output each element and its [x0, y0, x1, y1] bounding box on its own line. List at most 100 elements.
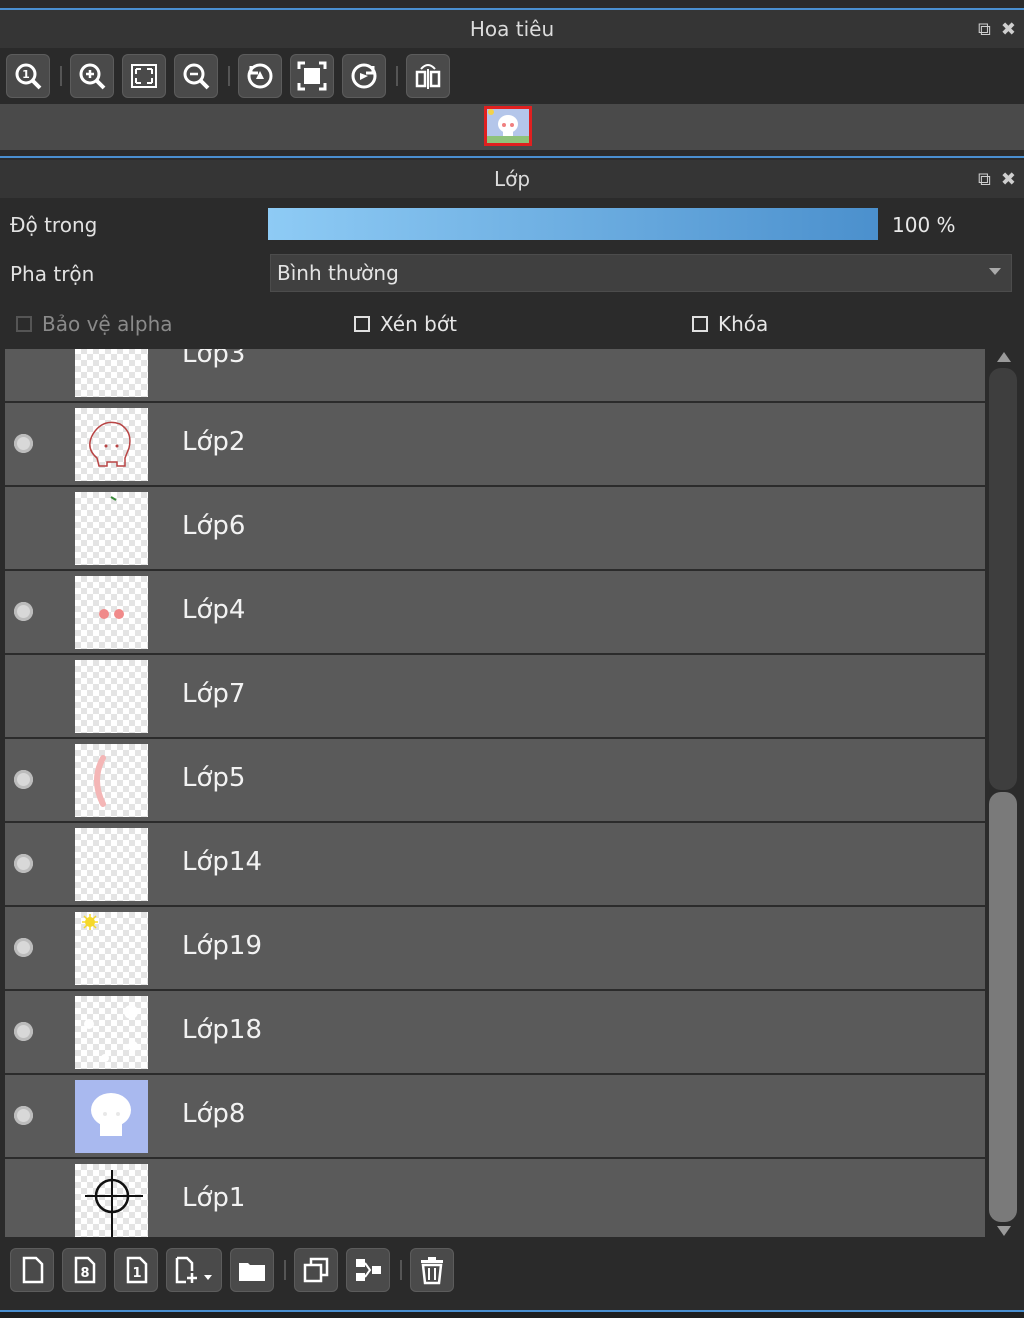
scroll-down-arrow-icon[interactable] — [997, 1226, 1011, 1236]
protect-alpha-checkbox[interactable]: Bảo vệ alpha — [16, 312, 173, 336]
toolbar-separator — [284, 1260, 286, 1280]
layer-thumbnail — [75, 408, 148, 481]
layer-name: Lớp18 — [182, 1015, 262, 1045]
layer-row[interactable]: Lớp8 — [5, 1075, 985, 1157]
layer-row[interactable]: Lớp1 — [5, 1159, 985, 1237]
undock-icon[interactable]: ⧉ — [978, 19, 991, 40]
svg-text:8: 8 — [80, 1266, 89, 1281]
layer-name: Lớp5 — [182, 763, 246, 793]
checkbox-box — [354, 316, 370, 332]
fit-view-button[interactable] — [290, 54, 334, 98]
new-folder-button[interactable] — [230, 1248, 274, 1292]
delete-layer-icon — [421, 1257, 443, 1285]
visibility-toggle[interactable] — [14, 1022, 33, 1041]
zoom-out-button[interactable] — [174, 54, 218, 98]
zoom-out-icon — [183, 63, 210, 90]
undock-icon[interactable]: ⧉ — [978, 169, 991, 190]
layer-thumbnail — [75, 996, 148, 1069]
opacity-value: 100 % — [892, 213, 956, 237]
layer-panel-title: Lớp — [493, 167, 531, 191]
zoom-in-icon — [79, 63, 106, 90]
close-icon[interactable]: ✖ — [1001, 169, 1016, 190]
visibility-toggle[interactable] — [14, 434, 33, 453]
new-8bit-layer-button[interactable]: 8 — [62, 1248, 106, 1292]
visibility-toggle[interactable] — [14, 1106, 33, 1125]
layer-row[interactable]: Lớp2 — [5, 403, 985, 485]
flip-icon — [415, 64, 441, 89]
merge-down-icon — [356, 1259, 381, 1281]
layer-list[interactable]: Lớp3 Lớp2 Lớp6 Lớp4 Lớp7 Lớp5 Lớp14 Lớp1… — [5, 349, 985, 1237]
rotate-left-button[interactable] — [238, 54, 282, 98]
duplicate-layer-button[interactable] — [294, 1248, 338, 1292]
layer-row[interactable]: Lớp7 — [5, 655, 985, 737]
blend-mode-select[interactable]: Bình thường — [270, 254, 1012, 292]
zoom-in-button[interactable] — [70, 54, 114, 98]
panel-divider-line — [0, 156, 1024, 158]
layer-row[interactable]: Lớp19 — [5, 907, 985, 989]
rotate-right-icon — [351, 63, 377, 89]
layer-name: Lớp1 — [182, 1183, 246, 1213]
blend-mode-value: Bình thường — [277, 261, 399, 285]
layer-name: Lớp7 — [182, 679, 246, 709]
flip-button[interactable] — [406, 54, 450, 98]
clipping-label: Xén bớt — [380, 312, 457, 336]
layer-row[interactable]: Lớp18 — [5, 991, 985, 1073]
checkbox-box — [692, 316, 708, 332]
toolbar-separator — [400, 1260, 402, 1280]
visibility-toggle[interactable] — [14, 854, 33, 873]
blend-mode-label: Pha trộn — [10, 262, 95, 286]
duplicate-layer-icon — [303, 1257, 329, 1283]
new-folder-icon — [239, 1263, 265, 1281]
svg-text:1: 1 — [22, 68, 30, 81]
scrollbar-thumb[interactable] — [989, 792, 1017, 1222]
visibility-toggle[interactable] — [14, 770, 33, 789]
layer-row[interactable]: Lớp3 — [5, 349, 985, 401]
layer-row[interactable]: Lớp5 — [5, 739, 985, 821]
layer-bottom-toolbar: 8 1 — [0, 1240, 1024, 1300]
layer-row[interactable]: Lớp6 — [5, 487, 985, 569]
toolbar-separator — [228, 66, 230, 86]
svg-text:1: 1 — [132, 1266, 141, 1281]
visibility-toggle[interactable] — [14, 602, 33, 621]
navigator-title-bar: Hoa tiêu ⧉ ✖ — [0, 10, 1024, 48]
layer-thumbnail — [75, 1164, 148, 1237]
zoom-actual-button[interactable]: 1 — [6, 54, 50, 98]
fit-view-icon — [297, 61, 327, 91]
layer-thumbnail — [75, 492, 148, 565]
layer-name: Lớp2 — [182, 427, 246, 457]
close-icon[interactable]: ✖ — [1001, 19, 1016, 40]
layer-panel-title-controls: ⧉ ✖ — [978, 160, 1016, 198]
layer-panel-title-bar: Lớp ⧉ ✖ — [0, 160, 1024, 198]
new-1bit-layer-button[interactable]: 1 — [114, 1248, 158, 1292]
rotate-right-button[interactable] — [342, 54, 386, 98]
layer-name: Lớp3 — [182, 349, 246, 369]
add-layer-menu-button[interactable] — [166, 1248, 222, 1292]
bottom-accent-line — [0, 1310, 1024, 1318]
scrollbar-track-upper — [989, 368, 1017, 790]
protect-alpha-label: Bảo vệ alpha — [42, 312, 173, 336]
new-1bit-layer-icon: 1 — [126, 1256, 148, 1284]
navigator-toolbar: 1 — [0, 48, 1024, 104]
layer-thumbnail — [75, 828, 148, 901]
merge-down-button[interactable] — [346, 1248, 390, 1292]
layer-name: Lớp8 — [182, 1099, 246, 1129]
layer-row[interactable]: Lớp4 — [5, 571, 985, 653]
zoom-actual-icon: 1 — [15, 63, 42, 90]
opacity-label: Độ trong — [10, 213, 98, 237]
fit-screen-button[interactable] — [122, 54, 166, 98]
layer-row[interactable]: Lớp14 — [5, 823, 985, 905]
clipping-checkbox[interactable]: Xén bớt — [354, 312, 457, 336]
visibility-toggle[interactable] — [14, 938, 33, 957]
layer-thumbnail — [75, 660, 148, 733]
chevron-down-icon — [989, 268, 1001, 275]
new-8bit-layer-icon: 8 — [74, 1256, 96, 1284]
rotate-left-icon — [247, 63, 273, 89]
fit-screen-icon — [131, 64, 157, 88]
new-layer-button[interactable] — [10, 1248, 54, 1292]
scroll-up-arrow-icon[interactable] — [997, 352, 1011, 362]
delete-layer-button[interactable] — [410, 1248, 454, 1292]
opacity-slider[interactable] — [268, 208, 878, 240]
navigator-canvas-thumbnail[interactable] — [484, 106, 532, 146]
layer-name: Lớp14 — [182, 847, 262, 877]
lock-checkbox[interactable]: Khóa — [692, 312, 768, 336]
